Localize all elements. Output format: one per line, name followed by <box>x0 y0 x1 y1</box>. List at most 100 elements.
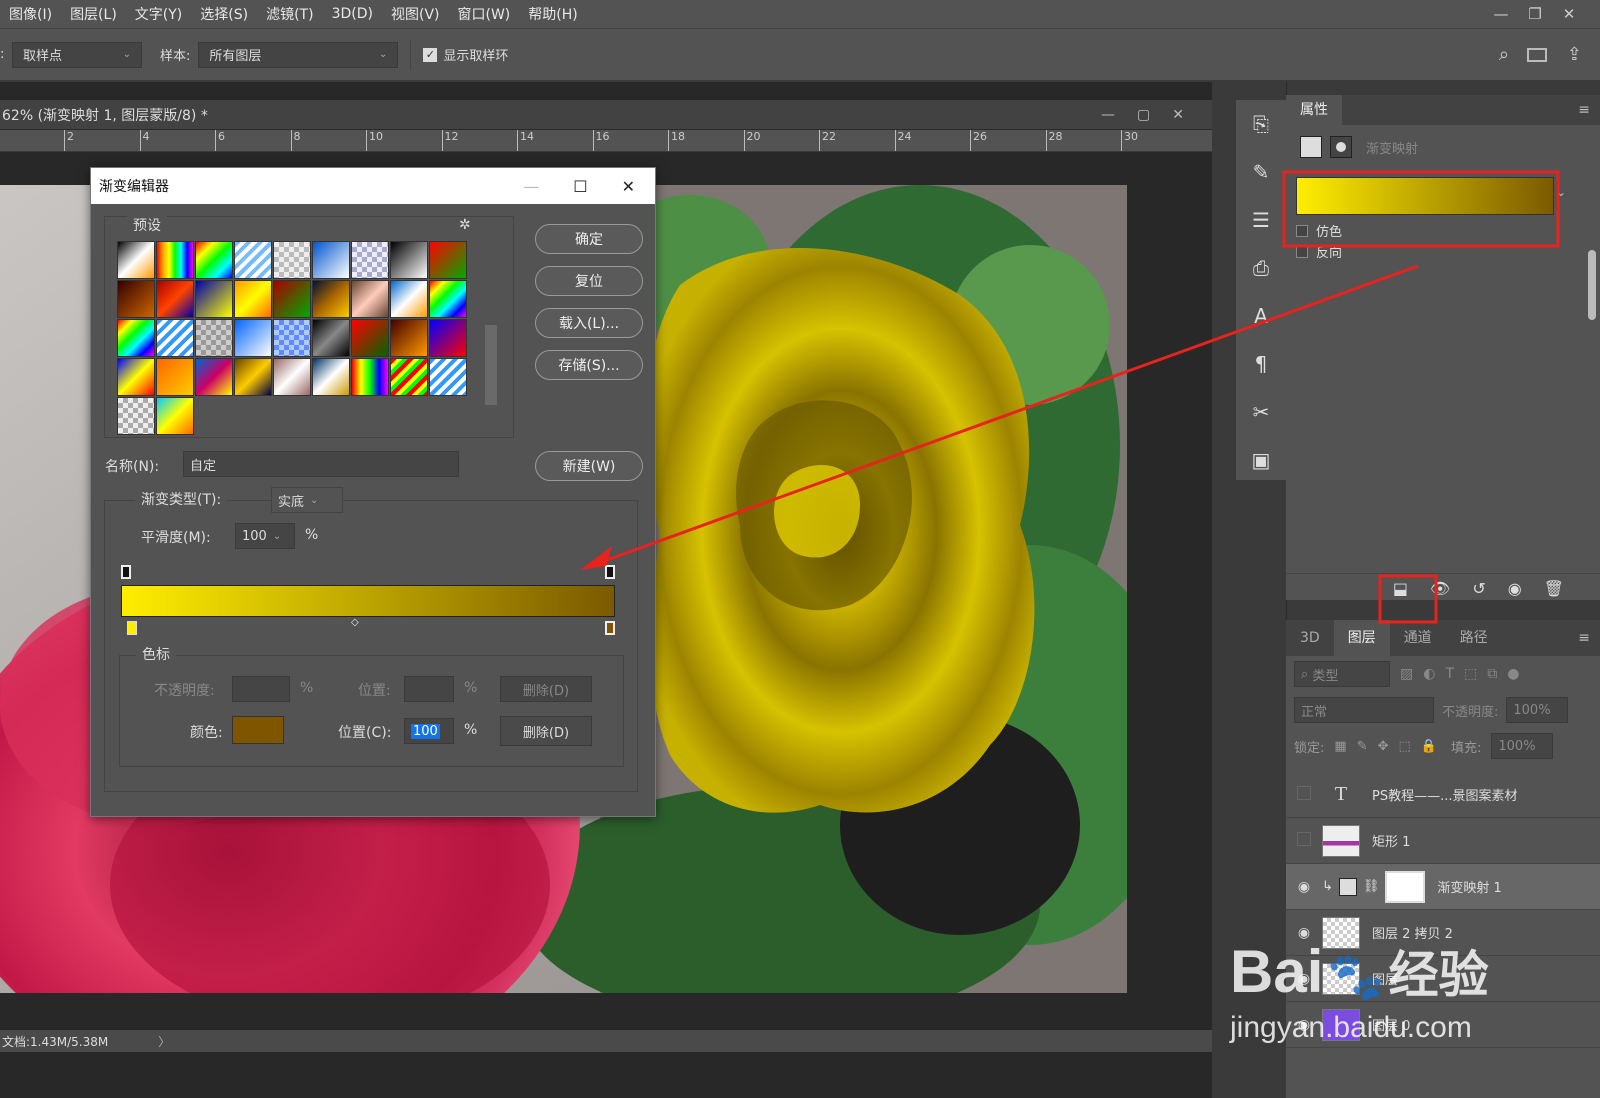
opacity-stop-left[interactable] <box>121 565 131 579</box>
layer-row[interactable]: T PS教程——...景图案素材 <box>1286 772 1600 818</box>
reset-button[interactable]: 复位 <box>535 266 643 296</box>
dialog-titlebar[interactable]: 渐变编辑器 — ☐ ✕ <box>91 168 655 204</box>
filter-adjust-icon[interactable]: ◐ <box>1423 666 1435 682</box>
preset-swatch[interactable] <box>234 241 272 279</box>
lock-all-icon[interactable]: 🔒 <box>1421 739 1437 754</box>
tab-3d[interactable]: 3D <box>1286 620 1334 656</box>
preset-swatch[interactable] <box>351 358 389 396</box>
preset-swatch[interactable] <box>117 241 155 279</box>
tools-icon[interactable]: ✂ <box>1236 388 1286 436</box>
clip-to-layer-icon[interactable]: ⬓ <box>1393 579 1408 598</box>
preset-swatch[interactable] <box>429 319 467 357</box>
preset-swatch[interactable] <box>273 358 311 396</box>
filter-toggle-icon[interactable]: ● <box>1507 666 1519 682</box>
gradient-dropdown-arrow[interactable]: ⌄ <box>1556 185 1566 199</box>
layer-visibility-icon[interactable] <box>1286 785 1322 804</box>
layer-row[interactable]: ◉ ↳ ⛓ 渐变映射 1 <box>1286 864 1600 910</box>
layers-menu-icon[interactable]: ≡ <box>1578 630 1590 646</box>
fill-field[interactable]: 100% <box>1491 733 1554 759</box>
reverse-checkbox[interactable] <box>1296 245 1308 258</box>
preset-swatch[interactable] <box>117 358 155 396</box>
preset-swatch[interactable] <box>312 319 350 357</box>
clone-source-icon[interactable]: ⎙ <box>1236 244 1286 292</box>
preset-swatch[interactable] <box>234 280 272 318</box>
presets-settings-icon[interactable]: ✲ <box>459 217 471 233</box>
paragraph-icon[interactable]: ¶ <box>1236 340 1286 388</box>
preset-swatch[interactable] <box>390 241 428 279</box>
tab-channels[interactable]: 通道 <box>1390 620 1446 656</box>
minimize-icon[interactable]: — <box>1484 5 1518 23</box>
dialog-close-icon[interactable]: ✕ <box>622 177 635 196</box>
gradient-bar[interactable] <box>121 585 615 617</box>
preset-swatch[interactable] <box>195 358 233 396</box>
preset-swatch[interactable] <box>117 319 155 357</box>
workspace-icon[interactable] <box>1526 47 1547 62</box>
preset-swatch[interactable] <box>429 280 467 318</box>
sample-size-dropdown[interactable]: 取样点 ⌄ <box>12 41 142 68</box>
preset-swatch[interactable] <box>273 241 311 279</box>
delete-icon[interactable]: 🗑 <box>1544 579 1564 598</box>
layer-visibility-icon[interactable]: ◉ <box>1286 879 1322 895</box>
lock-pixels-icon[interactable]: ✎ <box>1357 739 1368 754</box>
reset-icon[interactable]: ↺ <box>1472 579 1485 598</box>
panel-menu-icon[interactable]: ≡ <box>1578 102 1590 118</box>
preset-swatch[interactable] <box>195 319 233 357</box>
preset-swatch[interactable] <box>234 319 272 357</box>
navigator-icon[interactable]: ▣ <box>1236 436 1286 484</box>
preset-swatch[interactable] <box>312 241 350 279</box>
lock-position-icon[interactable]: ✥ <box>1378 739 1389 754</box>
preset-swatch[interactable] <box>429 241 467 279</box>
tab-paths[interactable]: 路径 <box>1446 620 1502 656</box>
search-icon[interactable]: ⌕ <box>1499 44 1509 65</box>
filter-pixel-icon[interactable]: ▨ <box>1400 666 1413 682</box>
preset-swatch[interactable] <box>156 397 194 435</box>
preset-swatch[interactable] <box>312 280 350 318</box>
doc-close-icon[interactable]: ✕ <box>1172 107 1184 123</box>
color-position-input[interactable]: 100 <box>404 718 454 744</box>
menu-window[interactable]: 窗口(W) <box>449 4 520 24</box>
status-menu-arrow[interactable]: 〉 <box>158 1033 170 1050</box>
lock-artboard-icon[interactable]: ⬚ <box>1399 739 1411 754</box>
save-button[interactable]: 存储(S)... <box>535 350 643 380</box>
share-icon[interactable]: ⇪ <box>1567 44 1582 65</box>
character-icon[interactable]: A <box>1236 292 1286 340</box>
document-tab[interactable]: 62% (渐变映射 1, 图层蒙版/8) * — ▢ ✕ <box>0 100 1212 130</box>
properties-scrollbar[interactable] <box>1588 250 1596 320</box>
dialog-maximize-icon[interactable]: ☐ <box>573 177 587 196</box>
filter-type-icon[interactable]: T <box>1445 666 1454 682</box>
gradient-type-dropdown[interactable]: 实底 ⌄ <box>271 487 343 513</box>
gradient-map-preview[interactable] <box>1296 177 1554 215</box>
preset-swatch[interactable] <box>351 319 389 357</box>
stop-color-swatch[interactable] <box>232 716 284 744</box>
visibility-icon[interactable]: ◉ <box>1508 579 1522 598</box>
tab-layers[interactable]: 图层 <box>1333 620 1390 656</box>
history-icon[interactable]: ⎘ <box>1236 100 1286 148</box>
menu-type[interactable]: 文字(Y) <box>126 4 191 24</box>
preset-swatch[interactable] <box>195 280 233 318</box>
layer-filter-dropdown[interactable]: ⌕ 类型 <box>1294 661 1390 687</box>
menu-select[interactable]: 选择(S) <box>191 4 257 24</box>
name-input[interactable]: 自定 <box>183 451 459 477</box>
load-button[interactable]: 载入(L)... <box>535 308 643 338</box>
menu-3d[interactable]: 3D(D) <box>323 6 382 22</box>
filter-smart-icon[interactable]: ⧉ <box>1487 666 1497 682</box>
menu-help[interactable]: 帮助(H) <box>519 4 586 24</box>
view-previous-icon[interactable]: 👁 <box>1430 579 1450 598</box>
preset-swatch[interactable] <box>156 241 194 279</box>
ok-button[interactable]: 确定 <box>535 224 643 254</box>
filter-shape-icon[interactable]: ⬚ <box>1464 666 1477 682</box>
preset-swatch[interactable] <box>390 358 428 396</box>
preset-swatch[interactable] <box>156 280 194 318</box>
color-stop-left[interactable] <box>127 621 137 635</box>
dither-checkbox[interactable] <box>1296 224 1308 237</box>
mask-icon[interactable] <box>1330 136 1352 158</box>
layer-visibility-icon[interactable] <box>1286 831 1322 850</box>
preset-swatch[interactable] <box>390 280 428 318</box>
preset-swatch[interactable] <box>273 280 311 318</box>
preset-swatch[interactable] <box>429 358 467 396</box>
preset-swatch[interactable] <box>156 319 194 357</box>
restore-icon[interactable]: ❐ <box>1518 5 1552 23</box>
preset-swatch[interactable] <box>351 241 389 279</box>
lock-transparent-icon[interactable]: ▦ <box>1334 739 1346 754</box>
preset-swatch[interactable] <box>273 319 311 357</box>
